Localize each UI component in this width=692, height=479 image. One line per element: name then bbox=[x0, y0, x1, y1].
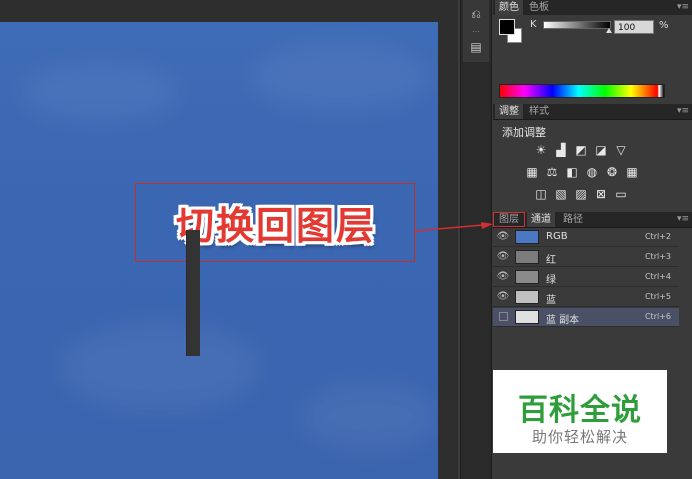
annotation-text: 切换回图层 bbox=[175, 204, 376, 248]
channel-label: K bbox=[530, 19, 537, 30]
tab-color[interactable]: 颜色 bbox=[495, 0, 523, 15]
invert-icon[interactable]: ◫ bbox=[533, 187, 549, 201]
visibility-toggle[interactable] bbox=[499, 312, 508, 321]
watermark-subtitle: 助你轻松解决 bbox=[531, 428, 628, 446]
color-tabbar: 颜色 色板 ▾≡ bbox=[493, 0, 692, 16]
color-lookup-icon[interactable]: ▦ bbox=[624, 165, 640, 179]
exposure-icon[interactable]: ◪ bbox=[593, 143, 609, 157]
panel-menu-icon[interactable]: ▾≡ bbox=[677, 2, 689, 12]
black-white-icon[interactable]: ◧ bbox=[564, 165, 580, 179]
curves-icon[interactable]: ◩ bbox=[573, 143, 589, 157]
eye-icon[interactable]: 👁 bbox=[496, 231, 510, 243]
eye-icon[interactable]: 👁 bbox=[496, 291, 510, 303]
brightness-icon[interactable]: ☀ bbox=[533, 143, 549, 157]
channel-row[interactable]: 👁 蓝 Ctrl+5 bbox=[493, 288, 679, 307]
panel-toolstrip: ⎌ ⋯ ▤ bbox=[460, 0, 492, 479]
levels-icon[interactable]: ▟ bbox=[553, 143, 569, 157]
selective-color-icon[interactable]: ⊠ bbox=[593, 187, 609, 201]
annotation-box: 切换回图层 bbox=[135, 183, 415, 262]
threshold-icon[interactable]: ▨ bbox=[573, 187, 589, 201]
eye-icon[interactable]: 👁 bbox=[496, 251, 510, 263]
vibrance-icon[interactable]: ▽ bbox=[613, 143, 629, 157]
tab-paths[interactable]: 路径 bbox=[559, 212, 587, 227]
channel-shortcut: Ctrl+2 bbox=[644, 232, 671, 241]
photo-filter-icon[interactable]: ◍ bbox=[584, 165, 600, 179]
channel-thumbnail bbox=[515, 230, 539, 244]
channel-thumbnail bbox=[515, 270, 539, 284]
color-balance-icon[interactable]: ⚖ bbox=[544, 165, 560, 179]
channel-row[interactable]: 👁 绿 Ctrl+4 bbox=[493, 268, 679, 287]
gradient-map-icon[interactable]: ▭ bbox=[613, 187, 629, 201]
layers-tab-highlight bbox=[493, 212, 525, 227]
hue-saturation-icon[interactable]: ▦ bbox=[524, 165, 540, 179]
tab-swatches[interactable]: 色板 bbox=[525, 0, 553, 15]
watermark: 百科全说 助你轻松解决 bbox=[493, 370, 667, 453]
k-slider[interactable] bbox=[543, 21, 611, 29]
channel-row-selected[interactable]: 蓝 副本 Ctrl+6 bbox=[493, 308, 679, 327]
channel-mixer-icon[interactable]: ❂ bbox=[604, 165, 620, 179]
color-spectrum[interactable] bbox=[499, 84, 665, 98]
channel-shortcut: Ctrl+4 bbox=[644, 272, 671, 281]
channel-row[interactable]: 👁 RGB Ctrl+2 bbox=[493, 228, 679, 247]
channel-shortcut: Ctrl+5 bbox=[644, 292, 671, 301]
eye-icon[interactable]: 👁 bbox=[496, 271, 510, 283]
watermark-title: 百科全说 bbox=[518, 393, 642, 428]
foreground-color-swatch[interactable] bbox=[499, 19, 515, 35]
annotation-arrow bbox=[415, 222, 493, 232]
channel-name: 绿 bbox=[546, 275, 556, 286]
panel-menu-icon[interactable]: ▾≡ bbox=[677, 214, 689, 224]
channel-thumbnail bbox=[515, 250, 539, 264]
channels-scrollbar[interactable] bbox=[186, 230, 200, 356]
properties-icon[interactable]: ▤ bbox=[467, 38, 485, 56]
channel-name: RGB bbox=[546, 231, 568, 242]
channel-shortcut: Ctrl+3 bbox=[644, 252, 671, 261]
channel-name: 蓝 副本 bbox=[546, 315, 580, 326]
posterize-icon[interactable]: ▧ bbox=[553, 187, 569, 201]
percent-unit: % bbox=[659, 20, 669, 31]
channel-shortcut: Ctrl+6 bbox=[644, 312, 671, 321]
adjustments-title: 添加调整 bbox=[502, 126, 546, 139]
color-panel: K 100 % bbox=[493, 15, 692, 101]
channel-thumbnail bbox=[515, 310, 539, 324]
adjustments-panel: 添加调整 ☀ ▟ ◩ ◪ ▽ ▦ ⚖ ◧ ◍ ❂ ▦ ◫ ▧ ▨ ⊠ ▭ bbox=[493, 106, 692, 210]
channel-name: 蓝 bbox=[546, 295, 556, 306]
channel-name: 红 bbox=[546, 255, 556, 266]
channel-row[interactable]: 👁 红 Ctrl+3 bbox=[493, 248, 679, 267]
tab-channels[interactable]: 通道 bbox=[527, 212, 555, 227]
history-icon[interactable]: ⎌ bbox=[467, 5, 485, 23]
channel-thumbnail bbox=[515, 290, 539, 304]
grip-icon[interactable]: ⋯ bbox=[467, 28, 485, 36]
k-slider-thumb[interactable] bbox=[606, 28, 612, 33]
k-value-input[interactable]: 100 bbox=[614, 20, 654, 34]
channels-list: 👁 RGB Ctrl+2 👁 红 Ctrl+3 👁 绿 Ctrl+4 👁 蓝 C… bbox=[493, 228, 692, 373]
